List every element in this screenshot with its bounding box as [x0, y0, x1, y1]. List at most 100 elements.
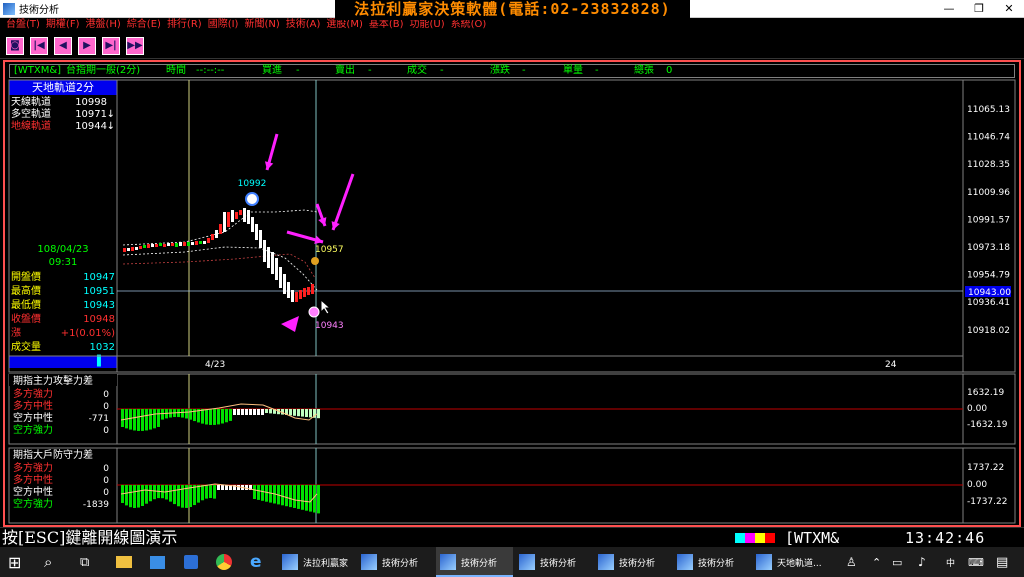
last-icon[interactable]: ▶|: [102, 36, 120, 55]
panel3-bar: [285, 485, 288, 507]
menu-item-9[interactable]: 基本(B): [369, 19, 404, 31]
status-color-block: [735, 533, 745, 543]
first-icon[interactable]: |◀: [30, 36, 48, 55]
panel3-bar: [289, 485, 292, 508]
panel3-bar: [309, 485, 312, 512]
security-icon[interactable]: [184, 547, 198, 577]
menu-item-2[interactable]: 港盤(H): [85, 19, 120, 31]
panel2-bar: [185, 409, 188, 419]
panel3-bar: [265, 485, 268, 502]
panel3-row-label: 多方中性: [13, 473, 53, 486]
file-explorer-icon[interactable]: [116, 547, 132, 577]
candle: [151, 244, 154, 247]
volume-icon[interactable]: ♪: [918, 547, 926, 577]
panel3-bar: [293, 485, 296, 508]
people-icon[interactable]: ♙: [846, 547, 857, 577]
next-icon[interactable]: ▶: [78, 36, 96, 55]
taskbar-app-item[interactable]: 技術分析: [515, 547, 592, 577]
panel3-bar: [245, 485, 248, 490]
network-icon[interactable]: ▭: [892, 547, 902, 577]
menu-item-10[interactable]: 功能(U): [410, 19, 445, 31]
menu-item-4[interactable]: 排行(R): [167, 19, 202, 31]
panel3-bar: [125, 485, 128, 506]
menu-item-5[interactable]: 國際(I): [208, 19, 239, 31]
panel2-bar: [293, 409, 296, 416]
panel3-bar: [141, 485, 144, 506]
taskbar-app-item[interactable]: 技術分析: [594, 547, 671, 577]
price-area-border: [116, 79, 964, 373]
candle: [211, 234, 214, 240]
tray-chevron-icon[interactable]: ⌃: [872, 547, 881, 577]
candle: [291, 290, 294, 302]
price-tick-label: 11009.96: [967, 188, 1010, 198]
panel2-bar: [245, 409, 248, 415]
start-icon[interactable]: ⊞: [8, 547, 21, 577]
candle: [247, 210, 250, 224]
taskbar-app-item[interactable]: 法拉利贏家: [278, 547, 355, 577]
taskbar-app-item[interactable]: 天地軌道...: [752, 547, 829, 577]
taskbar-app-label: 技術分析: [382, 558, 419, 569]
chrome-icon[interactable]: [216, 547, 232, 577]
current-price-label: 10943.00: [968, 288, 1011, 298]
candle: [143, 245, 146, 248]
notification-icon[interactable]: ▤: [996, 547, 1008, 577]
candle: [123, 248, 126, 252]
candle: [251, 217, 254, 232]
status-color-block: [745, 533, 755, 543]
menu-item-11[interactable]: 系統(O): [451, 19, 487, 31]
menu-item-1[interactable]: 期權(F): [46, 19, 80, 31]
panel3-bar: [297, 485, 300, 509]
menu-item-7[interactable]: 技術(A): [286, 19, 321, 31]
restore-button[interactable]: ❐: [964, 0, 994, 18]
esc-icon[interactable]: ◙: [6, 36, 24, 55]
candle: [199, 241, 202, 244]
store-icon[interactable]: [150, 547, 165, 577]
panel2-row-value: 0: [103, 426, 109, 436]
candle: [139, 246, 142, 249]
pointer-arrow-icon: [331, 173, 355, 231]
keyboard-icon[interactable]: ⌨: [968, 547, 984, 577]
panel3-bar: [133, 485, 136, 508]
task-view-icon[interactable]: ⧉: [80, 547, 89, 577]
menu-item-0[interactable]: 台盤(T): [6, 19, 40, 31]
x-date-label: 4/23: [205, 360, 225, 370]
chart-canvas[interactable]: 11065.13 11046.74 11028.35 11009.96 10991.57…: [5, 62, 1019, 525]
search-icon[interactable]: ⌕: [44, 547, 52, 577]
panel2-bar: [181, 409, 184, 418]
candle: [203, 241, 206, 244]
candle: [147, 244, 150, 248]
panel3-row-label: 空方強力: [13, 497, 53, 510]
close-button[interactable]: ✕: [994, 0, 1024, 18]
x-next-label: 24: [885, 360, 897, 370]
high-annotation: 10992: [238, 179, 267, 189]
panel3-tick-label: 0.00: [967, 480, 987, 490]
candle: [299, 290, 302, 299]
panel3-tick-label: -1737.22: [967, 497, 1007, 507]
panel3-row-value: 0: [103, 476, 109, 486]
menu-item-3[interactable]: 綜合(E): [127, 19, 161, 31]
price-tick-label: 10918.02: [967, 326, 1010, 336]
ime-indicator[interactable]: 中: [946, 547, 955, 577]
panel2-tick-label: 1632.19: [967, 388, 1004, 398]
low-marker-icon: [308, 306, 320, 318]
status-clock: 13:42:46: [905, 529, 986, 547]
minimize-button[interactable]: —: [934, 0, 964, 18]
status-symbol: [WTXM&: [785, 529, 840, 547]
taskbar-app-item[interactable]: 技術分析: [357, 547, 434, 577]
mouse-cursor-icon: [320, 298, 332, 315]
panel3-title: 期指大戶防守力差: [13, 448, 93, 461]
status-message: 按[ESC]鍵離開線圖演示: [2, 528, 178, 547]
prev-icon[interactable]: ◀: [54, 36, 72, 55]
fast-forward-icon[interactable]: ▶▶: [126, 36, 144, 55]
panel2-bar: [289, 409, 292, 416]
panel3-bar: [213, 485, 216, 499]
taskbar-app-item[interactable]: 技術分析: [436, 547, 513, 577]
candle: [271, 252, 274, 274]
menu-item-8[interactable]: 選股(M): [326, 19, 362, 31]
panel2-bar: [257, 409, 260, 415]
panel3-bar: [221, 485, 224, 490]
panel3-row-value: 0: [103, 464, 109, 474]
menu-item-6[interactable]: 新聞(N): [244, 19, 279, 31]
ie-icon[interactable]: e: [250, 547, 262, 577]
taskbar-app-item[interactable]: 技術分析: [673, 547, 750, 577]
